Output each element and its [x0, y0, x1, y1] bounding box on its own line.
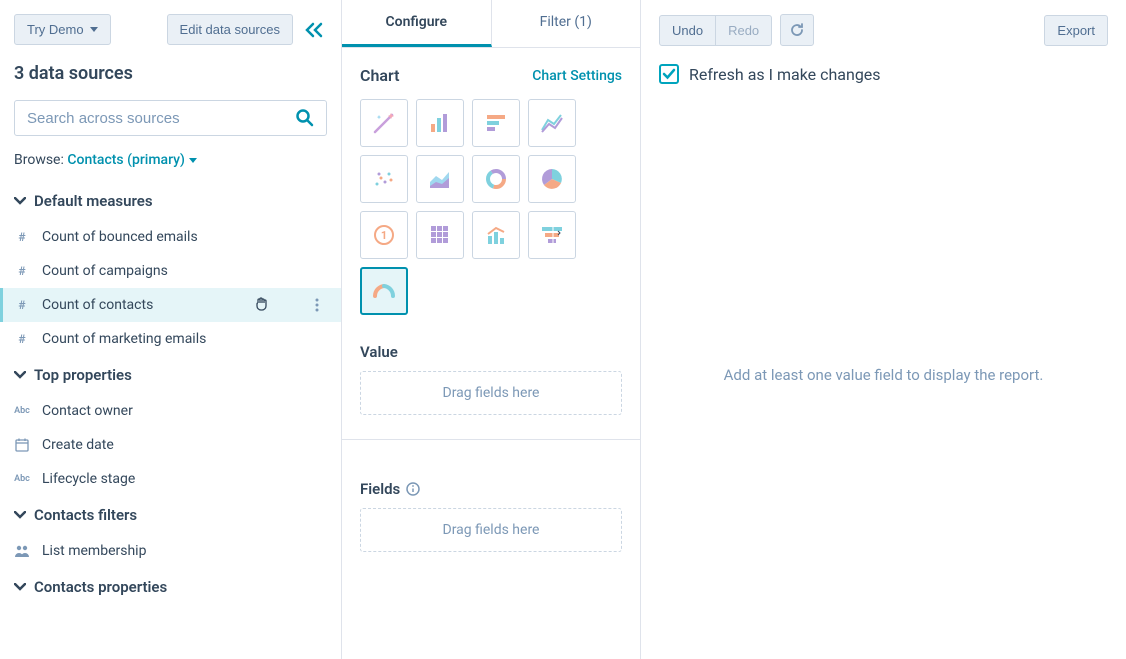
chart-settings-link[interactable]: Chart Settings	[532, 68, 622, 84]
empty-state-message: Add at least one value field to display …	[724, 366, 1044, 384]
field-item[interactable]: # Count of campaigns	[0, 254, 341, 288]
chart-type-line[interactable]	[528, 99, 576, 147]
scatter-icon	[371, 166, 397, 192]
collapse-sidebar-button[interactable]	[301, 18, 327, 42]
search-box[interactable]	[14, 100, 327, 136]
field-item[interactable]: Create date	[0, 428, 341, 462]
group-top-properties[interactable]: Top properties	[0, 356, 341, 394]
refresh-label: Refresh as I make changes	[689, 65, 881, 84]
info-icon[interactable]	[406, 482, 420, 496]
combo-chart-icon	[483, 222, 509, 248]
data-sources-sidebar: Try Demo Edit data sources 3 data source…	[0, 0, 342, 659]
chevron-down-icon	[14, 511, 26, 519]
chevron-down-icon	[14, 371, 26, 379]
browse-selector: Browse: Contacts (primary)	[14, 152, 327, 168]
value-section-title: Value	[360, 343, 622, 361]
report-preview: Add at least one value field to display …	[659, 104, 1108, 645]
group-contacts-properties[interactable]: Contacts properties	[0, 568, 341, 606]
fields-drop-zone[interactable]: Drag fields here	[360, 508, 622, 552]
refresh-button[interactable]	[780, 14, 814, 46]
bar-chart-icon	[427, 110, 453, 136]
field-item[interactable]: Abc Contact owner	[0, 394, 341, 428]
more-actions-button[interactable]	[307, 298, 327, 312]
field-item[interactable]: List membership	[0, 534, 341, 568]
chart-type-pie[interactable]	[528, 155, 576, 203]
export-button[interactable]: Export	[1044, 15, 1108, 46]
number-icon: #	[14, 230, 30, 244]
chart-type-grid: 1	[360, 99, 622, 315]
field-item[interactable]: Abc Lifecycle stage	[0, 462, 341, 496]
refresh-icon	[789, 22, 805, 38]
caret-down-icon	[90, 27, 98, 32]
fields-section-title: Fields	[360, 480, 622, 498]
donut-chart-icon	[483, 166, 509, 192]
config-tabs: Configure Filter (1)	[342, 0, 640, 48]
date-icon	[14, 438, 30, 452]
pivot-table-icon	[427, 222, 453, 248]
number-icon: #	[14, 264, 30, 278]
chart-type-magic[interactable]	[360, 99, 408, 147]
field-list[interactable]: Default measures # Count of bounced emai…	[0, 182, 341, 659]
chart-type-donut[interactable]	[472, 155, 520, 203]
gauge-icon	[371, 278, 397, 304]
line-chart-icon	[539, 110, 565, 136]
data-sources-count: 3 data sources	[14, 63, 327, 84]
group-default-measures[interactable]: Default measures	[0, 182, 341, 220]
magic-wand-icon	[371, 110, 397, 136]
number-icon: #	[14, 298, 30, 312]
chart-type-hbar[interactable]	[472, 99, 520, 147]
tab-configure[interactable]: Configure	[342, 0, 492, 47]
chart-type-area[interactable]	[416, 155, 464, 203]
chart-type-combo[interactable]	[472, 211, 520, 259]
people-icon	[14, 544, 30, 558]
text-icon: Abc	[14, 406, 30, 416]
try-demo-button[interactable]: Try Demo	[14, 14, 111, 45]
chart-type-pivot[interactable]	[416, 211, 464, 259]
browse-dropdown[interactable]: Contacts (primary)	[67, 152, 197, 168]
kpi-icon: 1	[371, 222, 397, 248]
chart-type-scatter[interactable]	[360, 155, 408, 203]
edit-data-sources-button[interactable]: Edit data sources	[167, 14, 293, 45]
chart-type-bar[interactable]	[416, 99, 464, 147]
caret-down-icon	[189, 158, 197, 163]
refresh-checkbox[interactable]	[659, 64, 679, 84]
chart-type-kpi[interactable]: 1	[360, 211, 408, 259]
text-icon: Abc	[14, 474, 30, 484]
horizontal-bar-icon	[483, 110, 509, 136]
svg-text:1: 1	[381, 229, 387, 242]
chart-section-title: Chart	[360, 66, 400, 85]
tab-filter[interactable]: Filter (1)	[492, 0, 641, 47]
field-item[interactable]: # Count of bounced emails	[0, 220, 341, 254]
field-item[interactable]: # Count of marketing emails	[0, 322, 341, 356]
kebab-icon	[315, 298, 319, 312]
undo-button[interactable]: Undo	[659, 15, 716, 46]
search-input[interactable]	[27, 110, 296, 127]
redo-button[interactable]: Redo	[716, 15, 772, 46]
group-contacts-filters[interactable]: Contacts filters	[0, 496, 341, 534]
configure-panel: Configure Filter (1) Chart Chart Setting…	[342, 0, 641, 659]
preview-panel: Undo Redo Export Refresh as I make chang…	[641, 0, 1126, 659]
area-chart-icon	[427, 166, 453, 192]
search-icon[interactable]	[296, 109, 314, 127]
grab-cursor-icon	[253, 296, 271, 314]
pie-chart-icon	[539, 166, 565, 192]
funnel-icon	[539, 222, 565, 248]
checkmark-icon	[662, 68, 676, 80]
chart-type-funnel[interactable]	[528, 211, 576, 259]
field-item[interactable]: # Count of contacts	[0, 288, 341, 322]
chevrons-left-icon	[305, 22, 323, 38]
chevron-down-icon	[14, 583, 26, 591]
number-icon: #	[14, 332, 30, 346]
chevron-down-icon	[14, 197, 26, 205]
value-drop-zone[interactable]: Drag fields here	[360, 371, 622, 415]
chart-type-gauge[interactable]	[360, 267, 408, 315]
